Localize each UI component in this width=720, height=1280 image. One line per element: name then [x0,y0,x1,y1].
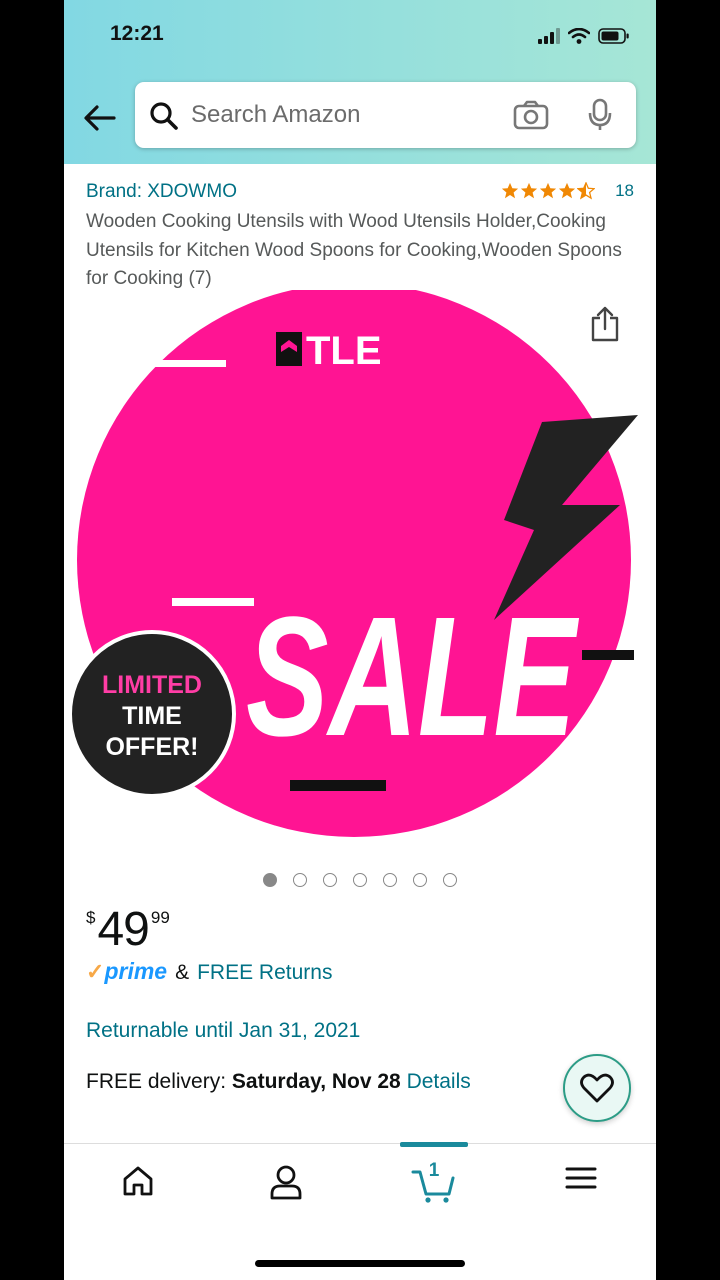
decor-line [154,360,226,367]
home-indicator[interactable] [255,1260,465,1267]
delivery-info: FREE delivery: Saturday, Nov 28 Details [86,1070,471,1094]
bottom-nav: 1 [64,1142,656,1280]
status-icons [538,26,630,46]
price-fraction: 99 [150,908,170,927]
star-icon [558,182,576,199]
carousel-dots[interactable] [263,873,457,887]
search-input[interactable] [191,94,491,136]
brand-link[interactable]: Brand: XDOWMO [86,181,237,203]
nav-home[interactable] [108,1164,168,1214]
delivery-date: Saturday, Nov 28 [231,1070,401,1093]
star-icon [501,182,519,199]
search-bar[interactable] [135,82,636,148]
carousel-dot[interactable] [413,873,427,887]
nav-account[interactable] [256,1164,316,1214]
free-returns-link[interactable]: FREE Returns [197,961,332,985]
app-screen: 12:21 Search Amazon Brand: XDOWMO 18 Woo… [64,0,656,1280]
home-icon [123,1166,153,1196]
hamburger-menu-icon [565,1167,597,1189]
rating-count: 18 [615,181,634,200]
delivery-details-link[interactable]: Details [407,1070,471,1093]
price-currency: $ [86,908,96,927]
carousel-dot[interactable] [443,873,457,887]
delivery-label: FREE delivery: [86,1070,227,1093]
product-image[interactable]: TLE SALE LIMITED TIME OFFER! [64,290,656,850]
share-button[interactable] [590,306,620,347]
decor-line [582,650,634,660]
price: $ 49 99 [86,904,170,956]
badge-line-3: OFFER! [105,733,198,761]
sale-text: SALE [246,582,579,772]
returnable-link[interactable]: Returnable until Jan 31, 2021 [86,1019,360,1043]
half-star-icon [577,182,596,200]
nav-menu[interactable] [551,1164,611,1214]
decor-line [172,598,254,606]
prime-logo: prime [104,958,168,984]
logo-text: TLE [306,329,382,373]
star-icon [520,182,538,199]
carousel-dot[interactable] [263,873,277,887]
header: 12:21 [64,0,656,164]
carousel-dot[interactable] [353,873,367,887]
cart-count: 1 [428,1160,440,1181]
person-icon [270,1165,302,1200]
decor-line [290,780,386,791]
badge-line-1: LIMITED [102,671,202,699]
carousel-dot[interactable] [323,873,337,887]
signal-icon [538,28,560,44]
wishlist-button[interactable] [563,1054,631,1122]
badge-line-2: TIME [122,702,182,730]
logo-mark-icon [276,332,302,366]
prime-amp: & [175,961,190,984]
arrow-left-icon [84,105,116,131]
battery-icon [598,28,629,44]
heart-icon [580,1073,614,1103]
star-rating [501,182,596,200]
nav-cart[interactable]: 1 [404,1160,464,1214]
active-tab-indicator [400,1142,468,1147]
rating[interactable]: 18 [501,181,634,201]
search-icon [150,102,178,130]
back-button[interactable] [82,100,118,136]
star-icon [539,182,557,199]
carousel-dot[interactable] [383,873,397,887]
prime-check-icon: ✓ [86,959,105,984]
share-icon [591,306,619,342]
price-whole: 49 [97,903,149,956]
carousel-dot[interactable] [293,873,307,887]
prime-row: ✓ prime & FREE Returns [86,958,332,985]
status-time: 12:21 [110,22,164,45]
product-title: Wooden Cooking Utensils with Wood Utensi… [86,211,622,289]
camera-icon[interactable] [513,100,549,130]
wifi-icon [568,28,590,44]
mic-icon[interactable] [587,98,613,132]
